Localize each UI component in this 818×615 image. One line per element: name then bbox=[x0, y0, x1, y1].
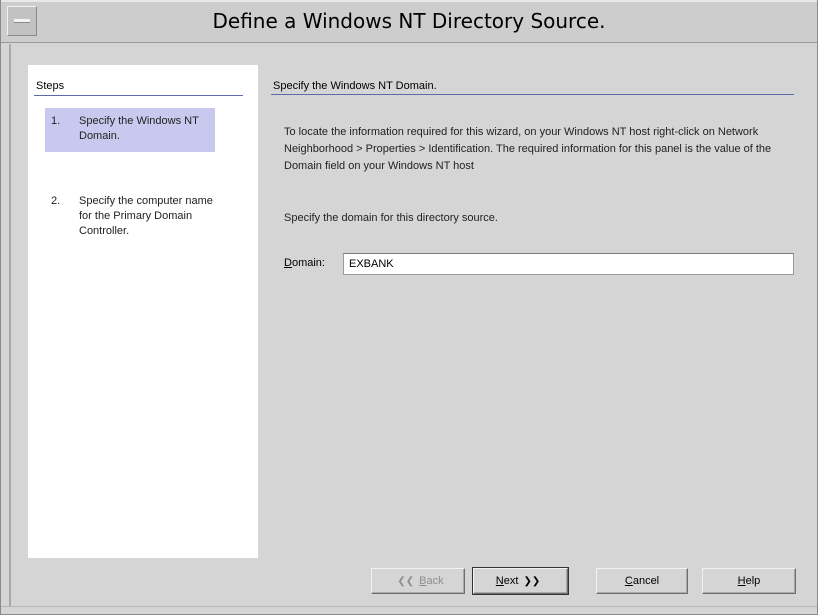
window-title: Define a Windows NT Directory Source. bbox=[212, 9, 606, 33]
left-divider bbox=[9, 44, 11, 607]
next-label-rest: ext bbox=[503, 575, 519, 587]
steps-panel: Steps 1. Specify the Windows NT Domain. … bbox=[28, 65, 258, 558]
domain-label-mnemonic: D bbox=[284, 257, 292, 269]
title-bar-highlight bbox=[1, 0, 817, 2]
help-button-label: Help bbox=[738, 575, 761, 587]
cancel-label-rest: ancel bbox=[632, 575, 660, 587]
wizard-window: Define a Windows NT Directory Source. St… bbox=[0, 0, 818, 615]
steps-header: Steps bbox=[36, 80, 65, 92]
next-button[interactable]: Next ❯❯ bbox=[472, 567, 569, 595]
double-chevron-right-icon: ❯❯ bbox=[523, 575, 541, 587]
next-mnemonic: N bbox=[495, 575, 504, 587]
panel-divider bbox=[271, 94, 794, 95]
domain-prompt: Specify the domain for this directory so… bbox=[284, 212, 498, 224]
next-button-label: Next bbox=[496, 575, 519, 587]
help-mnemonic: H bbox=[737, 575, 746, 587]
step-number: 1. bbox=[51, 115, 61, 127]
bottom-divider bbox=[1, 606, 817, 607]
step-label: Specify the computer name for the Primar… bbox=[79, 195, 213, 237]
step-number: 2. bbox=[51, 195, 61, 207]
step-item-2[interactable]: 2. Specify the computer name for the Pri… bbox=[45, 188, 215, 247]
steps-divider bbox=[34, 95, 243, 96]
back-label-rest: ack bbox=[426, 575, 444, 587]
title-bar[interactable]: Define a Windows NT Directory Source. bbox=[1, 0, 817, 43]
step-item-1[interactable]: 1. Specify the Windows NT Domain. bbox=[45, 108, 215, 152]
domain-label-text: omain: bbox=[291, 257, 325, 269]
cancel-button[interactable]: Cancel bbox=[596, 568, 688, 594]
help-button[interactable]: Help bbox=[702, 568, 796, 594]
back-button[interactable]: ❮❮ Back bbox=[371, 568, 465, 594]
help-label-rest: elp bbox=[745, 575, 761, 587]
step-label: Specify the Windows NT Domain. bbox=[79, 115, 199, 142]
back-button-label: Back bbox=[419, 575, 443, 587]
double-chevron-left-icon: ❮❮ bbox=[397, 575, 415, 587]
domain-input[interactable] bbox=[343, 253, 794, 275]
panel-title: Specify the Windows NT Domain. bbox=[273, 80, 437, 92]
cancel-button-label: Cancel bbox=[625, 575, 659, 587]
domain-label: Domain: bbox=[284, 257, 325, 269]
panel-description: To locate the information required for t… bbox=[284, 126, 772, 172]
cancel-mnemonic: C bbox=[624, 575, 633, 587]
